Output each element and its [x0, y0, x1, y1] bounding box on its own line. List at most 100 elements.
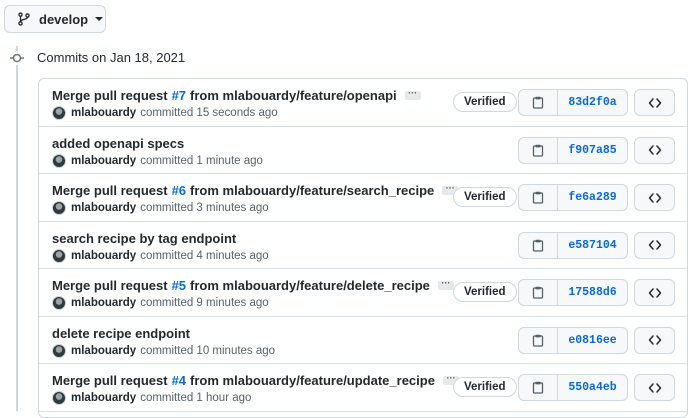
- sha-button-group: 550a4eb: [518, 374, 628, 401]
- commit-sha-link[interactable]: e0816ee: [558, 328, 627, 353]
- copy-sha-button[interactable]: [519, 137, 558, 163]
- clipboard-icon: [532, 144, 544, 157]
- commit-row: Merge pull request #4 from mlabouardy/feat…: [39, 364, 687, 412]
- commit-sha-link[interactable]: 17588d6: [558, 280, 627, 305]
- code-icon: [648, 335, 661, 345]
- commit-title[interactable]: Merge pull request #5 from mlabouardy/feat…: [52, 278, 454, 293]
- commit-list: Merge pull request #7 from mlabouardy/feat…: [38, 78, 688, 418]
- pull-request-link[interactable]: #5: [172, 278, 186, 293]
- code-icon: [648, 287, 661, 298]
- git-branch-icon: [18, 12, 30, 26]
- commit-meta: mlabouardy committed 1 hour ago: [52, 391, 251, 405]
- author-link[interactable]: mlabouardy: [71, 250, 136, 262]
- browse-repo-button[interactable]: [634, 136, 675, 164]
- commit-time: committed 3 minutes ago: [140, 202, 269, 214]
- expand-message-button[interactable]: ···: [437, 279, 454, 290]
- branch-select-button[interactable]: develop: [4, 5, 106, 33]
- commit-sha-link[interactable]: e587104: [558, 233, 627, 258]
- avatar[interactable]: [52, 153, 66, 168]
- verified-badge[interactable]: Verified: [453, 187, 517, 207]
- browse-repo-button[interactable]: [634, 231, 675, 259]
- avatar[interactable]: [52, 343, 66, 358]
- commit-title-rest[interactable]: from mlabouardy/feature/openapi: [190, 88, 397, 103]
- git-commit-icon: [10, 51, 24, 65]
- browse-repo-button[interactable]: [634, 374, 675, 401]
- commit-title-text[interactable]: Merge pull request: [52, 278, 168, 293]
- commit-sha-link[interactable]: 550a4eb: [558, 375, 627, 400]
- commit-title-text[interactable]: Merge pull request: [52, 373, 168, 388]
- commit-title[interactable]: Merge pull request #6 from mlabouardy/feat…: [52, 183, 459, 198]
- copy-sha-button[interactable]: [519, 90, 558, 115]
- sha-button-group: f907a85: [518, 136, 628, 164]
- commit-title-text[interactable]: search recipe by tag endpoint: [52, 231, 236, 246]
- commit-meta: mlabouardy committed 4 minutes ago: [52, 248, 269, 263]
- clipboard-icon: [532, 239, 544, 252]
- commit-meta: mlabouardy committed 15 seconds ago: [52, 106, 278, 120]
- commit-title-text[interactable]: Merge pull request: [52, 88, 168, 103]
- copy-sha-button[interactable]: [519, 185, 558, 210]
- commit-group-title: Commits on Jan 18, 2021: [37, 50, 186, 65]
- clipboard-icon: [532, 334, 544, 347]
- commit-title[interactable]: Merge pull request #7 from mlabouardy/feat…: [52, 88, 421, 103]
- copy-sha-button[interactable]: [519, 327, 558, 353]
- commit-row: delete recipe endpoint mlabouardy commit…: [39, 317, 687, 364]
- author-link[interactable]: mlabouardy: [71, 155, 136, 167]
- avatar[interactable]: [52, 296, 66, 310]
- commit-time: committed 15 seconds ago: [140, 107, 278, 119]
- pull-request-link[interactable]: #4: [172, 373, 186, 388]
- commit-title[interactable]: added openapi specs: [52, 136, 184, 151]
- commit-title-text[interactable]: added openapi specs: [52, 136, 184, 151]
- commit-title-text[interactable]: Merge pull request: [52, 183, 168, 198]
- commit-title[interactable]: search recipe by tag endpoint: [52, 231, 236, 246]
- commit-title-text[interactable]: delete recipe endpoint: [52, 326, 190, 341]
- clipboard-icon: [532, 286, 544, 299]
- verified-badge[interactable]: Verified: [453, 282, 517, 302]
- avatar[interactable]: [52, 391, 66, 405]
- commit-title[interactable]: Merge pull request #4 from mlabouardy/feat…: [52, 373, 459, 388]
- commit-title-rest[interactable]: from mlabouardy/feature/search_recipe: [190, 183, 434, 198]
- author-link[interactable]: mlabouardy: [71, 297, 136, 309]
- author-link[interactable]: mlabouardy: [71, 345, 136, 357]
- commit-time: committed 1 hour ago: [140, 392, 252, 404]
- commit-time: committed 9 minutes ago: [140, 297, 269, 309]
- commit-title-rest[interactable]: from mlabouardy/feature/update_recipe: [190, 373, 435, 388]
- commit-meta: mlabouardy committed 3 minutes ago: [52, 201, 269, 215]
- commit-sha-link[interactable]: fe6a289: [558, 185, 627, 210]
- commit-row: added openapi specs mlabouardy committed…: [39, 127, 687, 174]
- author-link[interactable]: mlabouardy: [71, 107, 136, 119]
- commit-row: search recipe by tag endpoint mlabouardy…: [39, 222, 687, 269]
- avatar[interactable]: [52, 201, 66, 215]
- avatar[interactable]: [52, 248, 66, 263]
- browse-repo-button[interactable]: [634, 279, 675, 306]
- timeline-line: [16, 46, 18, 411]
- code-icon: [648, 97, 661, 108]
- author-link[interactable]: mlabouardy: [71, 202, 136, 214]
- sha-button-group: fe6a289: [518, 184, 628, 211]
- commit-row: Merge pull request #6 from mlabouardy/feat…: [39, 174, 687, 222]
- commit-meta: mlabouardy committed 10 minutes ago: [52, 343, 275, 358]
- commit-sha-link[interactable]: f907a85: [558, 138, 627, 163]
- pull-request-link[interactable]: #6: [172, 183, 186, 198]
- commit-sha-link[interactable]: 83d2f0a: [558, 90, 627, 115]
- clipboard-icon: [532, 381, 544, 394]
- expand-message-button[interactable]: ···: [404, 89, 421, 100]
- pull-request-link[interactable]: #7: [172, 88, 186, 103]
- browse-repo-button[interactable]: [634, 184, 675, 211]
- copy-sha-button[interactable]: [519, 232, 558, 258]
- verified-badge[interactable]: Verified: [453, 92, 517, 112]
- sha-button-group: 17588d6: [518, 279, 628, 306]
- browse-repo-button[interactable]: [634, 326, 675, 354]
- commit-title[interactable]: delete recipe endpoint: [52, 326, 190, 341]
- commit-meta: mlabouardy committed 9 minutes ago: [52, 296, 269, 310]
- chevron-down-icon: [95, 17, 104, 21]
- code-icon: [648, 382, 661, 393]
- commit-meta: mlabouardy committed 1 minute ago: [52, 153, 263, 168]
- commit-row: Merge pull request #5 from mlabouardy/feat…: [39, 269, 687, 317]
- avatar[interactable]: [52, 106, 66, 120]
- copy-sha-button[interactable]: [519, 375, 558, 400]
- copy-sha-button[interactable]: [519, 280, 558, 305]
- verified-badge[interactable]: Verified: [453, 377, 517, 397]
- commit-title-rest[interactable]: from mlabouardy/feature/delete_recipe: [190, 278, 430, 293]
- author-link[interactable]: mlabouardy: [71, 392, 136, 404]
- browse-repo-button[interactable]: [634, 89, 675, 116]
